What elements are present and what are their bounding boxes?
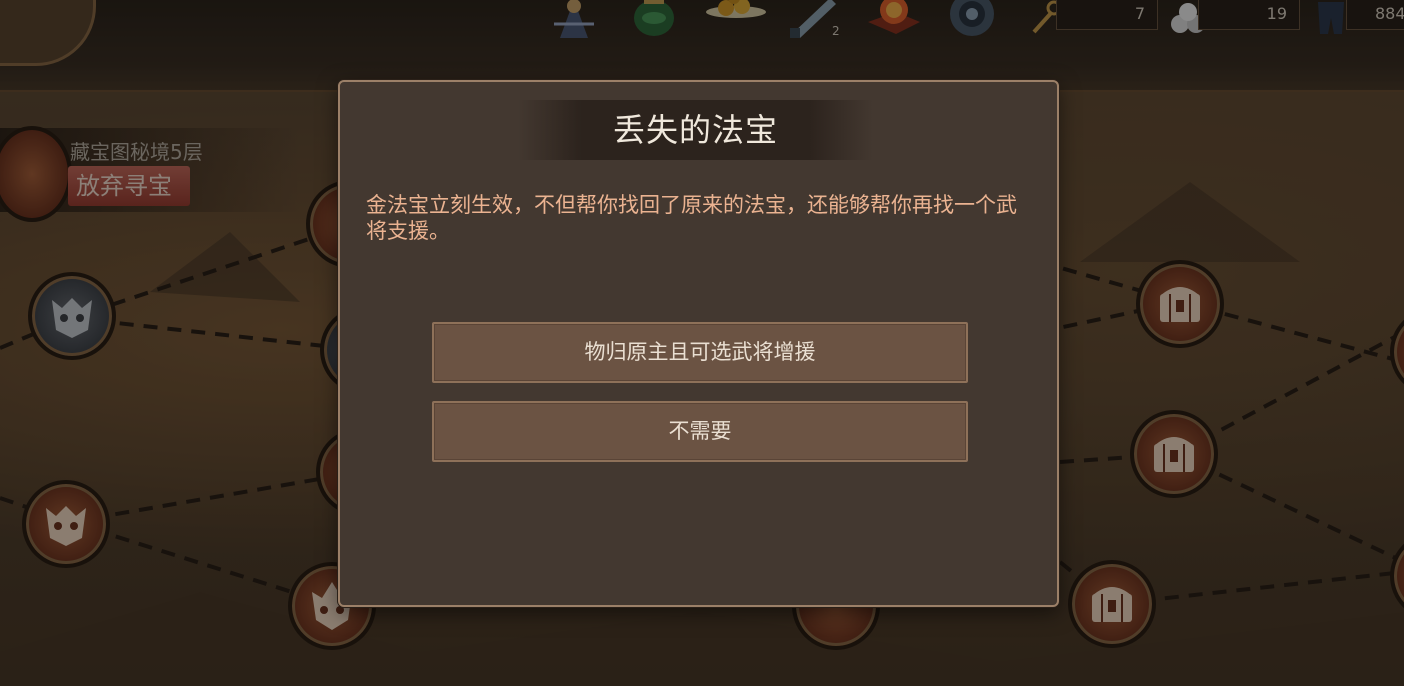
decline-button[interactable]: 不需要 bbox=[432, 401, 968, 462]
lost-treasure-dialog: 丢失的法宝 金法宝立刻生效，不但帮你找回了原来的法宝，还能够帮你再找一个武将支援… bbox=[338, 80, 1059, 607]
game-scene: 2 7 19 884 藏宝图秘境5层 放弃寻宝 丢失的法宝 金法宝立刻生效，不但… bbox=[0, 0, 1404, 686]
dialog-title: 丢失的法宝 bbox=[612, 111, 778, 149]
return-and-reinforce-button[interactable]: 物归原主且可选武将增援 bbox=[432, 322, 968, 383]
dialog-message: 金法宝立刻生效，不但帮你找回了原来的法宝，还能够帮你再找一个武将支援。 bbox=[366, 193, 1017, 243]
